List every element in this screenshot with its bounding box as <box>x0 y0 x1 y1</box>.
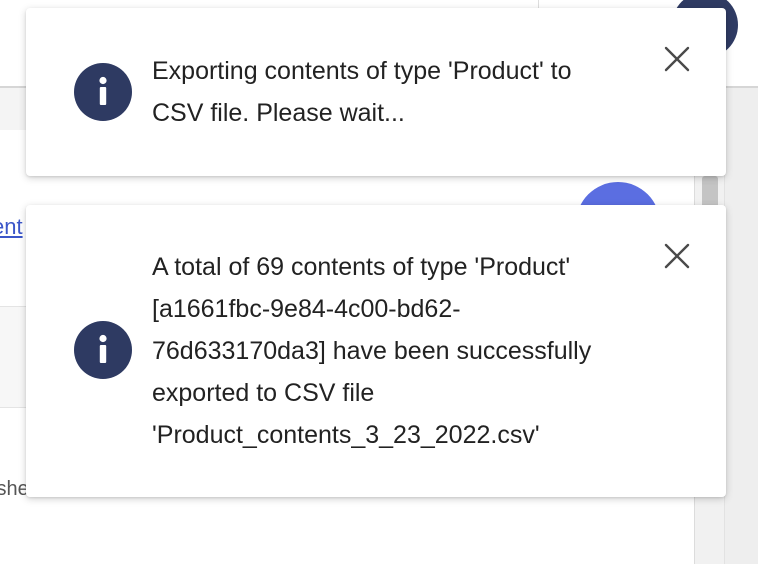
toast-message-line: 'Product_contents_3_23_2022.csv' <box>152 421 540 449</box>
toast-message-line: Exporting contents of type 'Product' to <box>152 57 572 85</box>
toast-message-line: A total of 69 contents of type 'Product' <box>152 253 571 281</box>
toast-message: A total of 69 contents of type 'Product'… <box>152 246 652 456</box>
export-success-toast: A total of 69 contents of type 'Product'… <box>26 205 726 497</box>
app-screen: ent ished Admin User 9/18/2020 9:28 PM E… <box>0 0 758 564</box>
toast-message: Exporting contents of type 'Product' to … <box>152 50 652 134</box>
scrollbar[interactable] <box>724 88 758 564</box>
export-progress-toast: Exporting contents of type 'Product' to … <box>26 8 726 176</box>
close-icon <box>664 243 690 269</box>
toast-message-line: CSV file. Please wait... <box>152 99 405 127</box>
close-toast-button[interactable] <box>662 44 692 74</box>
content-link[interactable]: ent <box>0 214 23 240</box>
close-toast-button[interactable] <box>662 241 692 271</box>
toast-message-line: 76d633170da3] have been successfully <box>152 337 592 365</box>
toast-message-line: [a1661fbc-9e84-4c00-bd62- <box>152 295 461 323</box>
toast-message-line: exported to CSV file <box>152 379 375 407</box>
info-icon <box>74 63 132 121</box>
close-icon <box>664 46 690 72</box>
info-icon <box>74 321 132 379</box>
